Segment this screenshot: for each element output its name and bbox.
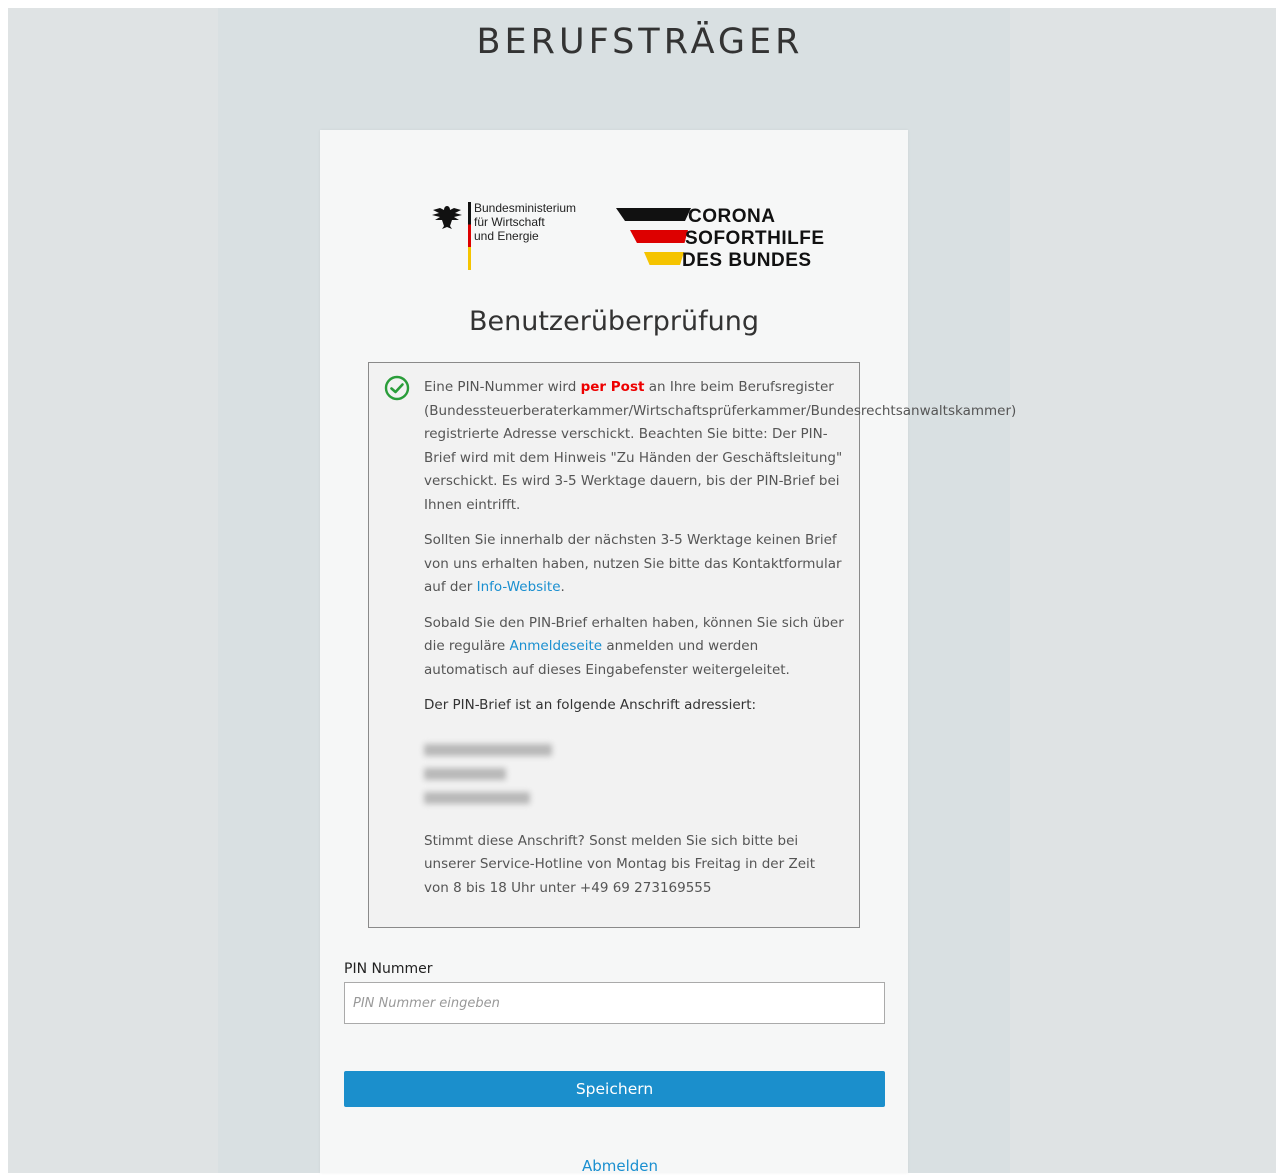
save-button[interactable]: Speichern <box>344 1071 885 1107</box>
logout-link[interactable]: Abmelden <box>320 1157 920 1175</box>
flag-bar <box>468 202 471 270</box>
federal-eagle-icon <box>432 206 462 229</box>
blurred-address-line <box>424 743 552 756</box>
login-page-link[interactable]: Anmeldeseite <box>509 638 602 654</box>
info-box: Eine PIN-Nummer wird per Post an Ihre be… <box>368 362 1016 928</box>
pin-input[interactable] <box>344 982 885 1024</box>
ministry-line: Bundesministerium <box>474 201 577 215</box>
info-paragraph-post: Eine PIN-Nummer wird per Post an Ihre be… <box>424 376 1016 517</box>
hotline-paragraph: Stimmt diese Anschrift? Sonst melden Sie… <box>424 832 816 896</box>
info-website-link[interactable]: Info-Website <box>477 579 561 595</box>
per-post-highlight: per Post <box>580 379 645 395</box>
stripe-black <box>616 208 691 221</box>
stripe-gold <box>644 252 684 265</box>
corona-line: CORONA <box>688 206 776 227</box>
info-text-segment: Eine PIN-Nummer wird <box>424 379 581 395</box>
info-text-segment: . <box>560 579 565 595</box>
ministry-line: für Wirtschaft <box>474 215 545 229</box>
blurred-address-line <box>424 767 506 780</box>
corona-soforthilfe-logo: CORONA SOFORTHILFE DES BUNDES <box>616 206 826 271</box>
blurred-address-line <box>424 791 530 804</box>
page-title: BERUFSTRÄGER <box>476 22 804 62</box>
blurred-address <box>424 743 844 804</box>
logo-row: Bundesministerium für Wirtschaft und Ene… <box>428 201 828 272</box>
check-circle-icon <box>384 375 410 401</box>
stripe-red <box>630 230 688 243</box>
card-heading: Benutzerüberprüfung <box>468 306 759 337</box>
ministry-logo-text: Bundesministerium für Wirtschaft und Ene… <box>474 201 576 243</box>
corona-line: SOFORTHILFE <box>685 228 825 249</box>
info-paragraph-contact: Sollten Sie innerhalb der nächsten 3-5 W… <box>424 529 844 600</box>
corona-line: DES BUNDES <box>682 250 812 271</box>
info-paragraph-login: Sobald Sie den PIN-Brief erhalten haben,… <box>424 612 844 683</box>
address-intro: Der PIN-Brief ist an folgende Anschrift … <box>424 697 757 713</box>
info-text: Eine PIN-Nummer wird per Post an Ihre be… <box>424 376 1016 912</box>
ministry-line: und Energie <box>474 229 539 243</box>
verification-card: Bundesministerium für Wirtschaft und Ene… <box>320 130 1016 1175</box>
pin-label: PIN Nummer <box>344 961 433 977</box>
